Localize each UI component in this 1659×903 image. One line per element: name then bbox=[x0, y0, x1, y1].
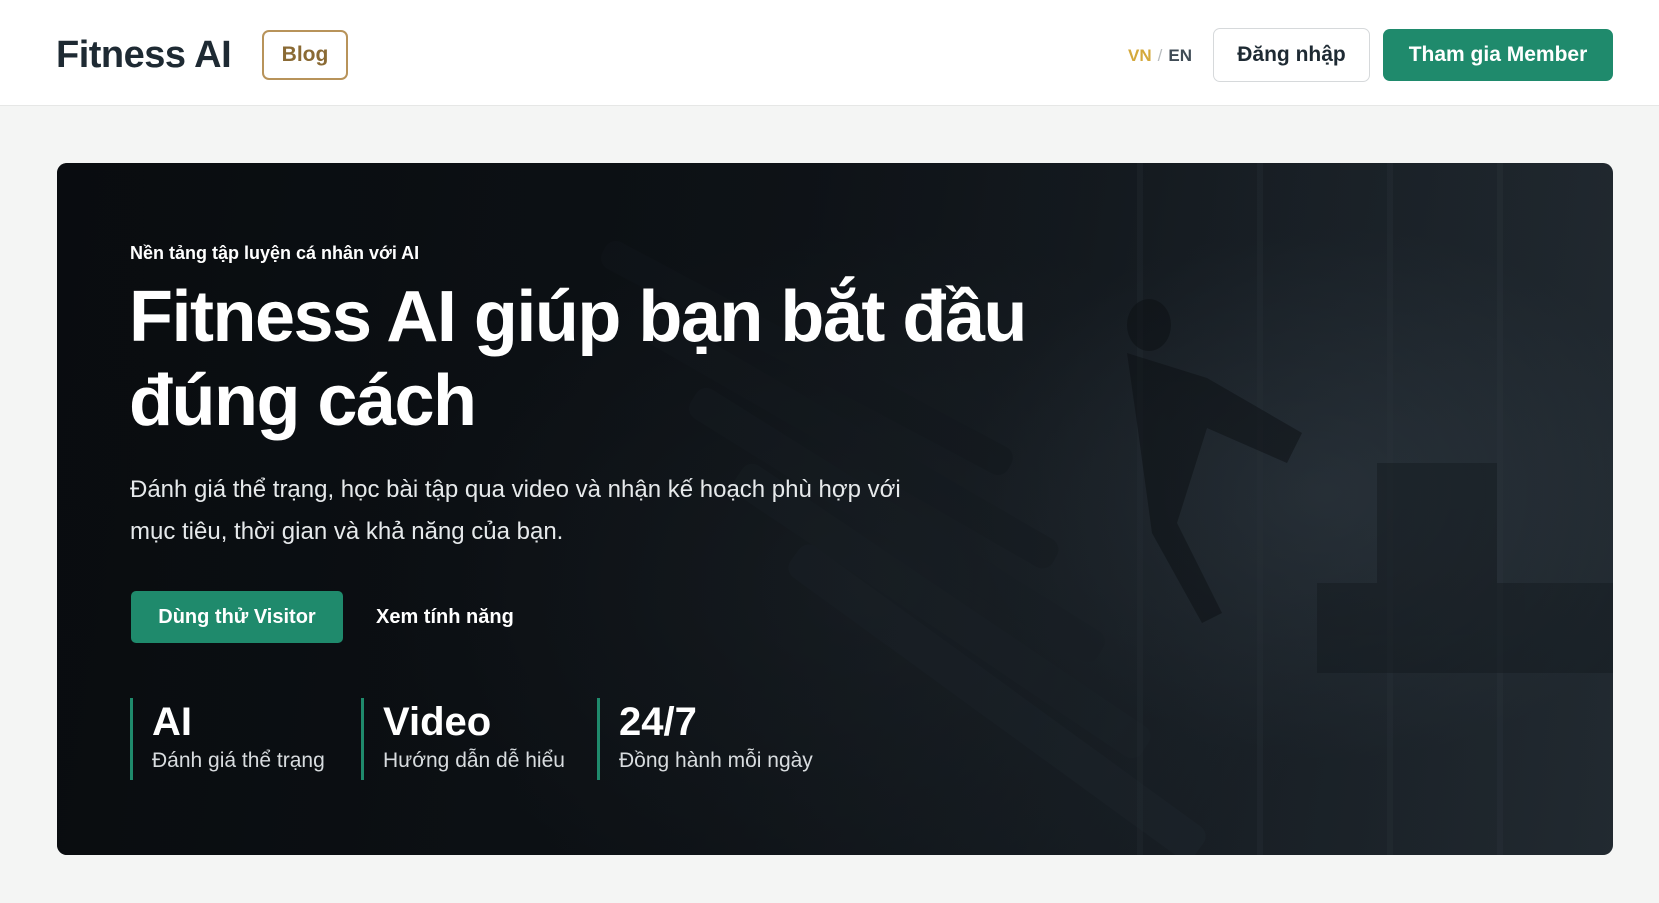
stat-value: AI bbox=[152, 700, 192, 744]
join-member-button[interactable]: Tham gia Member bbox=[1383, 29, 1613, 81]
lang-vn-option[interactable]: VN bbox=[1128, 44, 1152, 68]
hero-description: Đánh giá thể trạng, học bài tập qua vide… bbox=[130, 469, 1050, 553]
stat-value: Video bbox=[383, 700, 492, 744]
stat-ai: AI Đánh giá thể trạng bbox=[130, 698, 325, 780]
brand-logo-text[interactable]: Fitness AI bbox=[56, 32, 232, 78]
hero-headline-line1: Fitness AI giúp bạn bắt đầu bbox=[129, 277, 1027, 357]
lang-separator: / bbox=[1157, 46, 1163, 65]
stat-24-7: 24/7 Đồng hành mỗi ngày bbox=[597, 698, 813, 780]
try-visitor-button[interactable]: Dùng thử Visitor bbox=[131, 591, 343, 643]
top-header: Fitness AI Blog VN / EN Đăng nhập Tham g… bbox=[0, 0, 1659, 106]
hero-banner: Nền tảng tập luyện cá nhân với AI Fitnes… bbox=[57, 163, 1613, 855]
blog-button[interactable]: Blog bbox=[262, 30, 348, 80]
hero-eyebrow: Nền tảng tập luyện cá nhân với AI bbox=[130, 243, 420, 263]
language-switcher: VN / EN bbox=[1128, 44, 1192, 68]
stat-label: Đồng hành mỗi ngày bbox=[619, 749, 813, 772]
lang-en-option[interactable]: EN bbox=[1168, 44, 1192, 68]
hero-headline: Fitness AI giúp bạn bắt đầu đúng cách bbox=[129, 275, 1129, 443]
stat-label: Đánh giá thể trạng bbox=[152, 749, 325, 772]
stat-value: 24/7 bbox=[619, 700, 697, 744]
view-features-link[interactable]: Xem tính năng bbox=[376, 591, 514, 643]
hero-description-line1: Đánh giá thể trạng, học bài tập qua vide… bbox=[130, 476, 901, 503]
hero-headline-line2: đúng cách bbox=[129, 361, 477, 441]
stat-video: Video Hướng dẫn dễ hiểu bbox=[361, 698, 565, 780]
login-button[interactable]: Đăng nhập bbox=[1213, 28, 1370, 82]
hero-description-line2: mục tiêu, thời gian và khả năng của bạn. bbox=[130, 518, 564, 545]
stat-label: Hướng dẫn dễ hiểu bbox=[383, 749, 565, 772]
